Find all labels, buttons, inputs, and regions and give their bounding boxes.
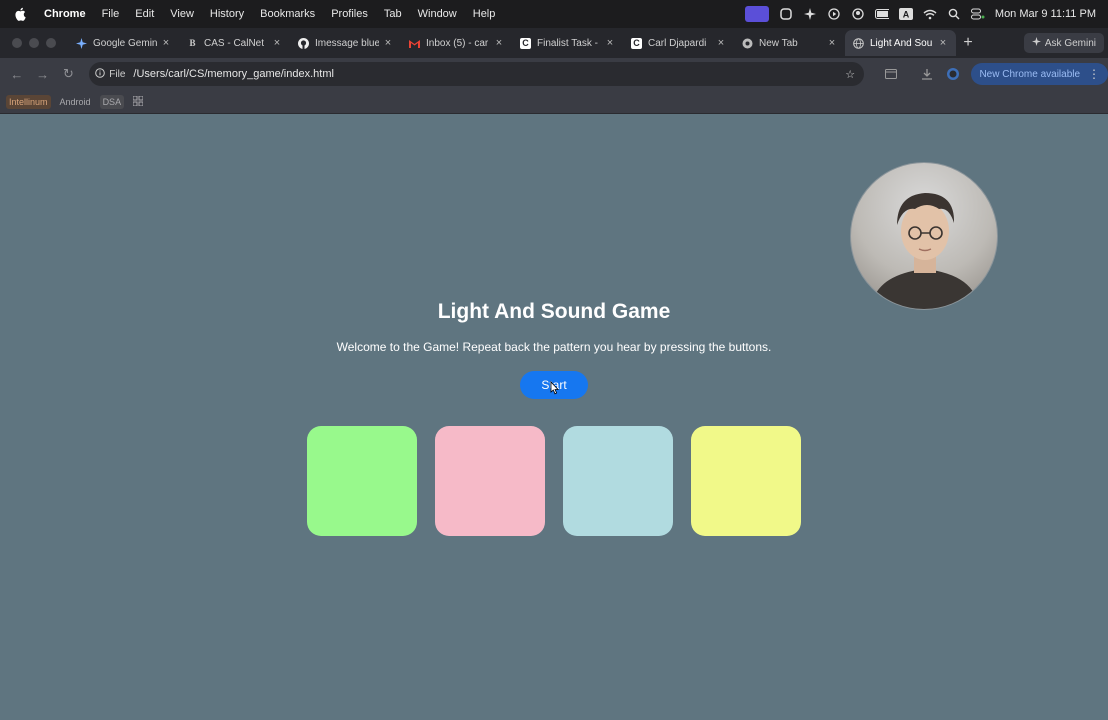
close-icon[interactable]: × xyxy=(494,37,504,49)
game-pad-pink[interactable] xyxy=(435,426,545,536)
tab-label: Finalist Task - xyxy=(537,37,598,49)
chrome-icon xyxy=(742,38,753,49)
tab-light-and-sound-active[interactable]: Light And Sou × xyxy=(845,30,956,56)
status-area: A Mon Mar 9 11:11 PM xyxy=(744,6,1108,22)
update-label: New Chrome available xyxy=(979,68,1081,80)
svg-text:A: A xyxy=(903,10,910,20)
menubar-clock[interactable]: Mon Mar 9 11:11 PM xyxy=(995,8,1096,20)
gmail-icon xyxy=(409,38,420,49)
webcam-overlay[interactable] xyxy=(850,162,998,310)
instructions-text: Welcome to the Game! Repeat back the pat… xyxy=(336,340,772,354)
menu-profiles[interactable]: Profiles xyxy=(323,8,376,20)
game-pad-blue[interactable] xyxy=(563,426,673,536)
apple-icon[interactable] xyxy=(12,6,28,22)
ask-gemini-label: Ask Gemini xyxy=(1044,37,1096,49)
address-bar[interactable]: File /Users/carl/CS/memory_game/index.ht… xyxy=(89,62,865,86)
tab-label: CAS - CalNet xyxy=(204,37,265,49)
tab-cas-calnet[interactable]: B CAS - CalNet × xyxy=(179,30,290,56)
tab-strip: Google Gemini × B CAS - CalNet × Imessag… xyxy=(0,28,1108,58)
chrome-update-button[interactable]: New Chrome available ⋮ xyxy=(971,63,1108,85)
close-icon[interactable]: × xyxy=(272,37,282,49)
user-circle-icon[interactable] xyxy=(851,7,865,21)
close-icon[interactable]: × xyxy=(716,37,726,49)
wifi-icon[interactable] xyxy=(923,7,937,21)
info-icon xyxy=(95,67,106,81)
reload-icon[interactable]: ↻ xyxy=(56,61,82,87)
kebab-menu-icon[interactable]: ⋮ xyxy=(1088,67,1100,81)
tab-carl-djapardi[interactable]: C Carl Djapardi × xyxy=(623,30,734,56)
forward-arrow-icon[interactable]: → xyxy=(30,61,56,87)
canvas-c-icon: C xyxy=(520,37,531,49)
menu-view[interactable]: View xyxy=(162,8,202,20)
menu-file[interactable]: File xyxy=(94,8,128,20)
tab-imessage-blue[interactable]: Imessage blue × xyxy=(290,30,401,56)
bookmark-intellinum[interactable]: Intellinum xyxy=(6,94,51,109)
close-window-button[interactable] xyxy=(12,38,22,48)
bookmarks-bar: Intellinum Android DSA xyxy=(0,90,1108,114)
menu-help[interactable]: Help xyxy=(465,8,504,20)
close-icon[interactable]: × xyxy=(383,37,393,49)
window-controls xyxy=(0,38,68,48)
new-tab-plus-icon[interactable]: + xyxy=(956,34,980,52)
tab-new-tab[interactable]: New Tab × xyxy=(734,30,845,56)
bookmark-android[interactable]: Android xyxy=(57,95,94,109)
tab-label: Imessage blue xyxy=(315,37,379,49)
bookmark-star-icon[interactable]: ☆ xyxy=(842,68,858,81)
gemini-icon xyxy=(76,37,87,49)
profile-avatar-icon[interactable] xyxy=(940,61,966,87)
game-pad-yellow[interactable] xyxy=(691,426,801,536)
site-info-chip[interactable]: File xyxy=(95,67,133,81)
tab-label: Google Gemini xyxy=(93,37,157,49)
screen-record-icon[interactable] xyxy=(744,6,769,22)
url-text[interactable]: /Users/carl/CS/memory_game/index.html xyxy=(133,68,842,80)
zoom-window-button[interactable] xyxy=(46,38,56,48)
back-arrow-icon[interactable]: ← xyxy=(4,61,30,87)
tab-finalist-task[interactable]: C Finalist Task - × xyxy=(512,30,623,56)
ask-gemini-button[interactable]: Ask Gemini xyxy=(1023,33,1104,53)
close-icon[interactable]: × xyxy=(161,37,171,49)
extension-icon[interactable] xyxy=(779,7,793,21)
macos-menubar: Chrome File Edit View History Bookmarks … xyxy=(0,0,1108,28)
tab-label: Light And Sou xyxy=(870,37,933,49)
menu-chrome[interactable]: Chrome xyxy=(36,8,94,20)
site-info-label: File xyxy=(109,68,126,80)
gemini-sparkle-icon xyxy=(1031,37,1041,49)
mouse-cursor-icon xyxy=(550,381,559,395)
play-icon[interactable] xyxy=(827,7,841,21)
keyboard-input-icon[interactable]: A xyxy=(898,7,913,21)
apps-grid-icon[interactable] xyxy=(130,94,146,110)
menu-window[interactable]: Window xyxy=(410,8,465,20)
globe-icon xyxy=(853,37,864,49)
tab-google-gemini[interactable]: Google Gemini × xyxy=(68,30,179,56)
battery-icon[interactable] xyxy=(874,7,889,21)
download-icon[interactable] xyxy=(914,61,940,87)
close-icon[interactable]: × xyxy=(827,37,837,49)
menu-bookmarks[interactable]: Bookmarks xyxy=(252,8,323,20)
minimize-window-button[interactable] xyxy=(29,38,39,48)
bookmark-dsa[interactable]: DSA xyxy=(99,94,125,109)
webcam-person-image xyxy=(871,193,979,309)
calnet-b-icon: B xyxy=(189,38,196,48)
close-icon[interactable]: × xyxy=(605,37,615,49)
tab-gmail-inbox[interactable]: Inbox (5) - car × xyxy=(401,30,512,56)
tab-label: New Tab xyxy=(759,37,798,49)
canvas-c-icon: C xyxy=(631,37,642,49)
tab-label: Carl Djapardi xyxy=(648,37,707,49)
spotlight-search-icon[interactable] xyxy=(947,7,961,21)
github-icon xyxy=(298,37,309,49)
sparkle-icon[interactable] xyxy=(803,7,817,21)
tab-label: Inbox (5) - car xyxy=(426,37,489,49)
menu-history[interactable]: History xyxy=(202,8,252,20)
tab-search-icon[interactable] xyxy=(878,61,904,87)
browser-toolbar: ← → ↻ File /Users/carl/CS/memory_game/in… xyxy=(0,58,1108,90)
menu-edit[interactable]: Edit xyxy=(127,8,162,20)
control-center-icon[interactable] xyxy=(970,7,985,21)
game-pad-green[interactable] xyxy=(307,426,417,536)
close-icon[interactable]: × xyxy=(938,37,948,49)
menu-tab[interactable]: Tab xyxy=(376,8,410,20)
